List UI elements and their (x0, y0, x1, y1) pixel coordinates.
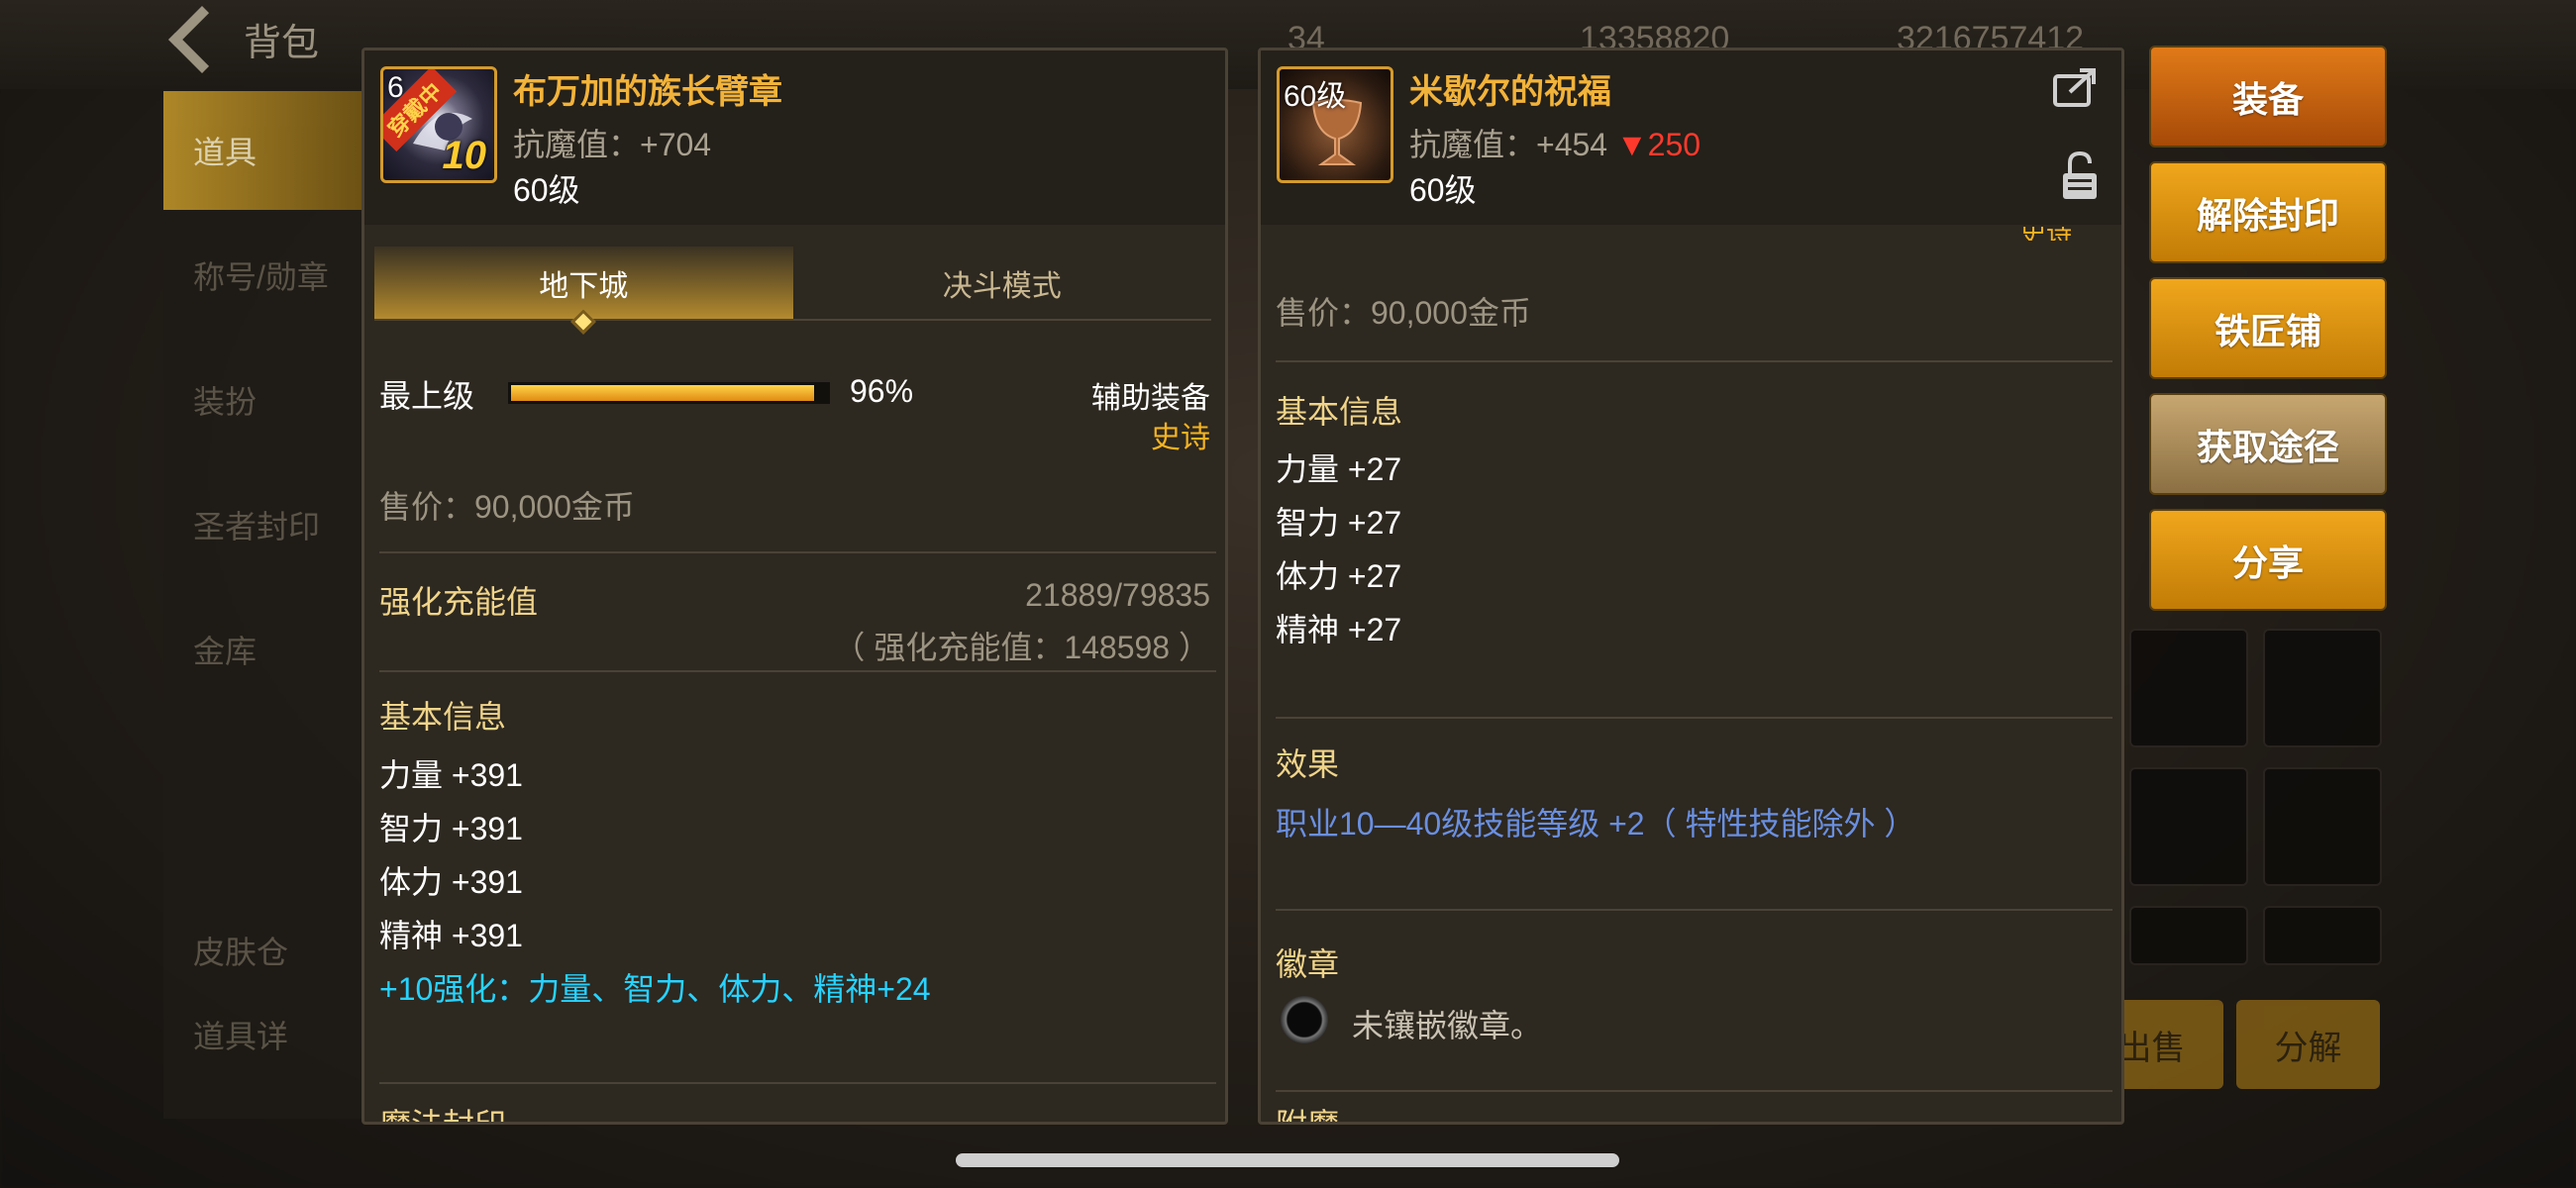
stat-spirit: 精神 +27 (1276, 612, 1402, 647)
equip-button[interactable]: 装备 (2149, 46, 2387, 148)
divider (1276, 717, 2112, 719)
item-tooltip-equipped: 6 穿戴中 10 布万加的族长臂章 抗魔值：+704 60级 地下城 决斗模式 … (361, 48, 1228, 1125)
item-magic-defense: 抗魔值：+454 ▼250 (1409, 120, 1700, 165)
effect-title: 效果 (1276, 746, 1340, 782)
charge-value: 21889/79835 (1025, 577, 1210, 613)
tab-label: 地下城 (539, 269, 629, 303)
inventory-slot[interactable] (2129, 767, 2248, 886)
grade-progress-bar (508, 382, 830, 404)
home-indicator[interactable] (956, 1153, 1619, 1167)
magic-defense-value: 抗魔值：+454 (1409, 127, 1608, 162)
charge-total: （ 强化充能值：148598 ） (833, 630, 1210, 665)
item-tooltip-compare: 60级 米歇尔的祝福 抗魔值：+454 ▼250 60级 史诗 售价：90,00… (1258, 48, 2124, 1125)
grade-progress-fill (511, 385, 815, 401)
disassemble-button[interactable]: 分解 (2236, 1000, 2380, 1089)
charge-label: 强化充能值 (379, 584, 539, 620)
item-header: 6 穿戴中 10 布万加的族长臂章 抗魔值：+704 60级 (364, 50, 1225, 225)
badge-title: 徽章 (1276, 946, 1340, 982)
share-icon[interactable] (2052, 66, 2100, 108)
mode-tabs: 地下城 决斗模式 (374, 247, 1212, 335)
magic-defense-diff: ▼250 (1615, 127, 1701, 162)
basic-info-title: 基本信息 (1276, 394, 1403, 430)
inventory-slot[interactable] (2129, 629, 2248, 747)
enhance-bonus: +10强化：力量、智力、体力、精神+24 (379, 971, 931, 1007)
item-category: 辅助装备 (1091, 382, 1210, 415)
blacksmith-button[interactable]: 铁匠铺 (2149, 277, 2387, 379)
back-label: 背包 (244, 23, 320, 64)
acquisition-button[interactable]: 获取途径 (2149, 393, 2387, 495)
sidebar-item-vault[interactable]: 金库 (163, 590, 361, 709)
item-rarity: 史诗 (1151, 422, 1210, 454)
effect-text: 职业10—40级技能等级 +2（ 特性技能除外 ） (1276, 806, 1916, 842)
item-level: 60级 (513, 172, 580, 208)
inventory-slot[interactable] (2263, 767, 2382, 886)
tab-dungeon[interactable]: 地下城 (374, 247, 793, 335)
tab-label: 决斗模式 (942, 269, 1062, 303)
divider (379, 670, 1216, 672)
stat-vitality: 体力 +391 (379, 864, 523, 900)
share-button[interactable]: 分享 (2149, 509, 2387, 611)
enhance-level: 10 (442, 134, 487, 177)
item-detail-link[interactable]: 道具详 (163, 980, 361, 1089)
icon-level-tag: 60级 (1284, 80, 1347, 113)
grade-percent: 96% (850, 373, 914, 409)
unseal-button[interactable]: 解除封印 (2149, 161, 2387, 263)
grade-label: 最上级 (379, 378, 475, 414)
item-name: 米歇尔的祝福 (1409, 73, 1611, 111)
basic-info-title: 基本信息 (379, 699, 507, 735)
back-button[interactable]: 背包 (168, 5, 320, 73)
stat-strength: 力量 +27 (1276, 451, 1402, 487)
inventory-slot[interactable] (2263, 906, 2382, 965)
magic-seal-title: 魔法封印 (379, 1107, 507, 1125)
cut-rarity-text: 史诗 (2020, 227, 2072, 241)
badge-slot-icon (1281, 996, 1328, 1043)
sell-price: 售价：90,000金币 (379, 489, 635, 525)
inventory-slot[interactable] (2263, 629, 2382, 747)
divider (379, 551, 1216, 553)
stat-intelligence: 智力 +27 (1276, 505, 1402, 541)
sidebar-item-avatar[interactable]: 装扮 (163, 341, 361, 459)
sell-price: 售价：90,000金币 (1276, 295, 1531, 331)
divider (1276, 1090, 2112, 1092)
back-arrow-icon (168, 5, 236, 73)
inventory-slot[interactable] (2129, 906, 2248, 965)
active-tab-indicator-icon (570, 309, 596, 335)
sidebar-item-seal[interactable]: 圣者封印 (163, 465, 361, 584)
armband-icon: 6 穿戴中 10 (380, 66, 497, 183)
stat-spirit: 精神 +391 (379, 918, 523, 953)
divider (379, 1082, 1216, 1084)
chalice-icon: 60级 (1277, 66, 1393, 183)
sidebar-item-titles[interactable]: 称号/勋章 (163, 216, 361, 335)
badge-empty-text: 未镶嵌徽章。 (1352, 1008, 1543, 1043)
divider (1276, 360, 2112, 362)
sidebar-item-items[interactable]: 道具 (163, 91, 361, 210)
stat-vitality: 体力 +27 (1276, 558, 1402, 594)
item-name: 布万加的族长臂章 (513, 73, 782, 111)
stat-strength: 力量 +391 (379, 757, 523, 793)
divider (1276, 909, 2112, 911)
stat-intelligence: 智力 +391 (379, 811, 523, 846)
item-header: 60级 米歇尔的祝福 抗魔值：+454 ▼250 60级 (1261, 50, 2121, 225)
lock-icon[interactable] (2060, 149, 2100, 203)
tab-duel[interactable]: 决斗模式 (793, 247, 1212, 319)
enchant-title: 附魔 (1276, 1107, 1340, 1125)
item-magic-defense: 抗魔值：+704 (513, 127, 712, 162)
item-level: 60级 (1409, 172, 1477, 208)
